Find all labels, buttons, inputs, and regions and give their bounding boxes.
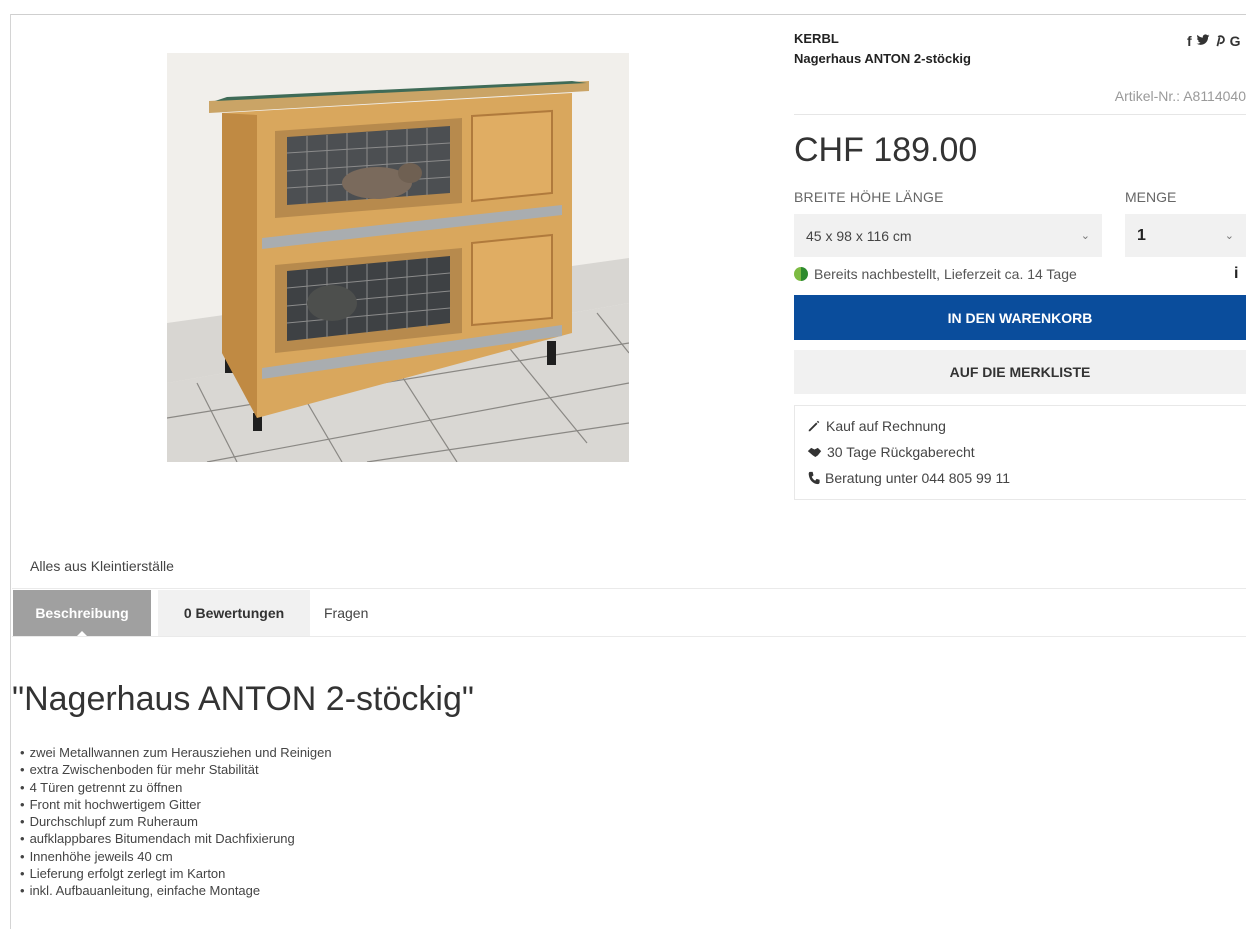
add-to-cart-button[interactable]: IN DEN WARENKORB [794, 295, 1246, 340]
stock-status: Bereits nachbestellt, Lieferzeit ca. 14 … [794, 266, 1077, 282]
usp-return: 30 Tage Rückgaberecht [807, 444, 975, 460]
facebook-icon[interactable]: f [1187, 33, 1192, 50]
add-to-wishlist-button[interactable]: AUF DIE MERKLISTE [794, 350, 1246, 394]
list-item: Front mit hochwertigem Gitter [20, 796, 332, 813]
list-item: aufklappbares Bitumendach mit Dachfixier… [20, 830, 332, 847]
frame-top-border [10, 14, 1246, 15]
rabbit-hutch-illustration [167, 53, 629, 462]
description-heading: "Nagerhaus ANTON 2-stöckig" [12, 680, 474, 718]
list-item: Durchschlupf zum Ruheraum [20, 813, 332, 830]
stock-status-icon [794, 267, 808, 281]
tab-description[interactable]: Beschreibung [13, 590, 151, 637]
usp-invoice: Kauf auf Rechnung [807, 418, 946, 434]
usp-invoice-text: Kauf auf Rechnung [826, 418, 946, 434]
brand-name[interactable]: KERBL [794, 31, 839, 46]
twitter-bird-icon [1196, 34, 1210, 45]
list-item: Innenhöhe jeweils 40 cm [20, 848, 332, 865]
chevron-down-icon: ⌄ [1080, 230, 1090, 242]
product-image[interactable] [167, 53, 629, 462]
usp-phone: Beratung unter 044 805 99 11 [807, 470, 1010, 486]
pencil-icon [808, 420, 820, 432]
handshake-icon [807, 447, 822, 457]
info-icon[interactable]: i [1234, 265, 1238, 283]
pinterest-p-icon [1216, 35, 1225, 47]
divider [794, 114, 1246, 115]
article-number: Artikel-Nr.: A8114040 [1114, 88, 1246, 104]
tabs-divider-top [12, 588, 1246, 589]
twitter-icon[interactable] [1196, 33, 1210, 50]
usp-phone-text: Beratung unter 044 805 99 11 [825, 470, 1011, 486]
list-item: zwei Metallwannen zum Herausziehen und R… [20, 744, 332, 761]
share-icons: f G [1187, 33, 1241, 50]
tab-reviews[interactable]: 0 Bewertungen [158, 590, 310, 636]
quantity-label: MENGE [1125, 189, 1177, 205]
quantity-select-value: 1 [1137, 226, 1146, 244]
usp-return-text: 30 Tage Rückgaberecht [827, 444, 975, 460]
product-title: Nagerhaus ANTON 2-stöckig [794, 51, 971, 66]
size-select-value: 45 x 98 x 116 cm [806, 227, 912, 244]
chevron-down-icon: ⌄ [1224, 230, 1234, 242]
frame-left-border [10, 14, 11, 929]
usp-box: Kauf auf Rechnung 30 Tage Rückgaberecht … [794, 405, 1246, 500]
stock-status-text: Bereits nachbestellt, Lieferzeit ca. 14 … [814, 266, 1077, 282]
google-icon[interactable]: G [1230, 33, 1241, 50]
tab-questions[interactable]: Fragen [318, 590, 414, 636]
size-label: BREITE HÖHE LÄNGE [794, 189, 944, 205]
quantity-select[interactable]: 1 ⌄ [1125, 214, 1246, 257]
list-item: inkl. Aufbauanleitung, einfache Montage [20, 882, 332, 899]
list-item: Lieferung erfolgt zerlegt im Karton [20, 865, 332, 882]
list-item: extra Zwischenboden für mehr Stabilität [20, 761, 332, 778]
size-select[interactable]: 45 x 98 x 116 cm ⌄ [794, 214, 1102, 257]
phone-icon [808, 471, 820, 485]
category-link[interactable]: Alles aus Kleintierställe [30, 558, 174, 574]
list-item: 4 Türen getrennt zu öffnen [20, 779, 332, 796]
feature-list: zwei Metallwannen zum Herausziehen und R… [20, 744, 332, 900]
pinterest-icon[interactable] [1214, 33, 1226, 50]
tabs-divider-bottom [12, 636, 1246, 637]
price: CHF 189.00 [794, 131, 978, 169]
